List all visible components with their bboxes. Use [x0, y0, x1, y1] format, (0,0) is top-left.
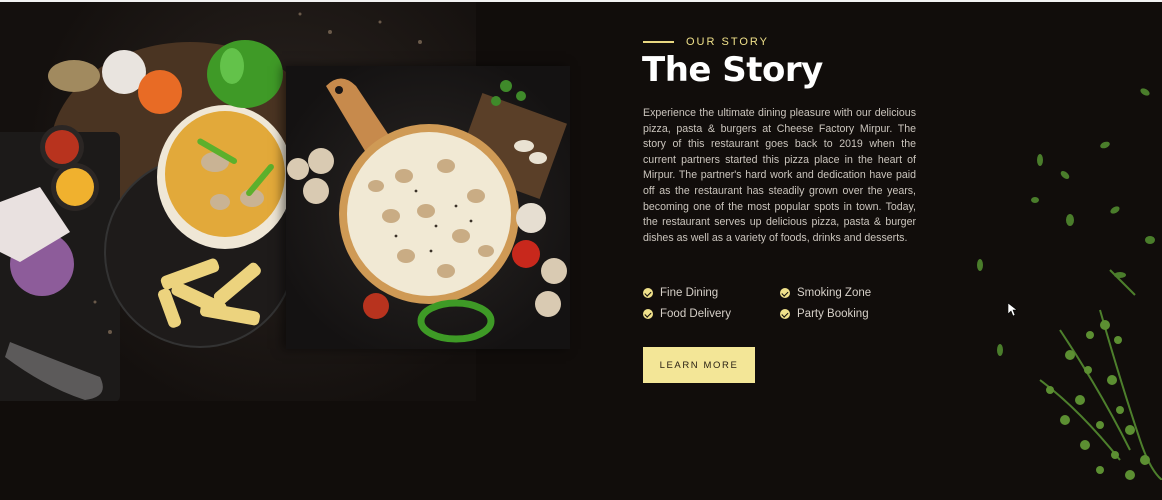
check-circle-icon — [780, 309, 790, 319]
feature-list: Fine Dining Smoking Zone Food Delivery P… — [643, 286, 943, 321]
story-paragraph: Experience the ultimate dining pleasure … — [643, 107, 916, 244]
check-circle-icon — [780, 288, 790, 298]
feature-label: Fine Dining — [660, 287, 719, 299]
learn-more-button[interactable]: LEARN MORE — [643, 347, 755, 383]
eyebrow-text: OUR STORY — [686, 36, 769, 48]
herb-decoration — [977, 88, 1162, 480]
feature-label: Food Delivery — [660, 308, 731, 320]
check-circle-icon — [643, 309, 653, 319]
food-photo-pizza — [286, 66, 570, 349]
feature-label: Party Booking — [797, 308, 869, 320]
feature-item-smoking-zone: Smoking Zone — [780, 286, 940, 300]
feature-item-party-booking: Party Booking — [780, 307, 940, 321]
eyebrow-line — [643, 41, 674, 43]
check-circle-icon — [643, 288, 653, 298]
feature-item-food-delivery: Food Delivery — [643, 307, 780, 321]
mouse-cursor-icon — [1008, 303, 1018, 317]
feature-label: Smoking Zone — [797, 287, 872, 299]
section-eyebrow: OUR STORY — [643, 34, 769, 50]
page-title: The Story — [642, 50, 823, 90]
feature-item-fine-dining: Fine Dining — [643, 286, 780, 300]
